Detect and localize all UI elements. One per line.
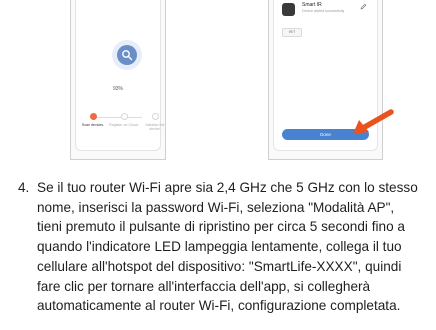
instruction-line: quando l'indicatore LED lampeggia lentam… xyxy=(37,239,402,255)
progress-steps: Scan devices. Register on Cloud. Initial… xyxy=(82,113,164,143)
instruction-step-4: 4. Se il tuo router Wi-Fi apre sia 2,4 GH… xyxy=(18,178,436,316)
room-tag[interactable]: IR/T xyxy=(282,28,302,37)
device-status: Device added successfully xyxy=(302,9,345,13)
step-dot xyxy=(151,113,159,120)
step-dot-active xyxy=(89,113,97,120)
step-label: Register on Cloud. xyxy=(109,123,139,127)
scan-indicator xyxy=(112,40,142,70)
instruction-line: tieni premuto il pulsante di ripristino … xyxy=(37,219,405,235)
step-label: Scan devices. xyxy=(81,123,105,127)
device-name: Smart IR xyxy=(302,2,322,8)
instruction-line: automaticamente al router Wi-Fi, configu… xyxy=(37,298,401,314)
step-label: Initialize the device. xyxy=(145,123,165,132)
progress-percent: 93% xyxy=(112,86,123,92)
search-icon xyxy=(117,45,137,65)
pencil-icon[interactable] xyxy=(360,3,367,10)
scanning-card: 93% Scan devices. Register on Cloud. Ini… xyxy=(75,0,164,151)
step-register: Register on Cloud. xyxy=(109,113,139,127)
step-initialize: Initialize the device. xyxy=(140,113,165,132)
instruction-first-line: 4. Se il tuo router Wi-Fi apre sia 2,4 GH… xyxy=(18,178,436,198)
step-scan: Scan devices. xyxy=(78,113,108,127)
step-number: 4. xyxy=(18,180,30,195)
arrow-pointer-icon xyxy=(353,109,394,134)
ir-remote-icon xyxy=(282,3,295,16)
instruction-line: cellulare all'hotspot del dispositivo: "… xyxy=(37,258,402,274)
instruction-line: fare clic per tornare all'interfaccia de… xyxy=(37,278,371,294)
instruction-line: Se il tuo router Wi-Fi apre sia 2,4 GHz … xyxy=(37,180,418,195)
step-dot xyxy=(120,113,128,120)
device-row[interactable]: Smart IR Device added successfully xyxy=(280,0,371,22)
instruction-line: nome, inserisci la password Wi-Fi, selez… xyxy=(37,199,395,215)
phone-screenshot-scanning: 93% Scan devices. Register on Cloud. Ini… xyxy=(70,0,166,160)
